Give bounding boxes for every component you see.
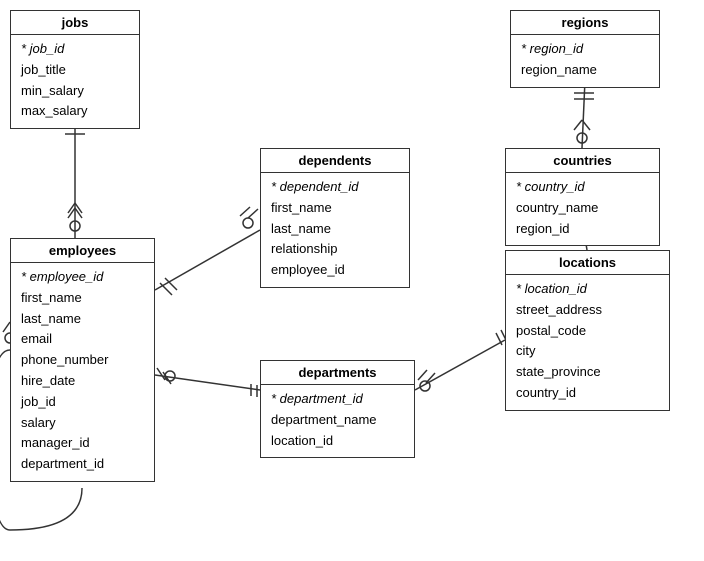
entity-regions-header: regions <box>511 11 659 35</box>
entity-jobs-body: * job_id job_title min_salary max_salary <box>11 35 139 128</box>
dependents-field-2: last_name <box>271 219 399 240</box>
regions-field-1: region_name <box>521 60 649 81</box>
locations-field-2: postal_code <box>516 321 659 342</box>
entity-employees: employees * employee_id first_name last_… <box>10 238 155 482</box>
entity-departments-header: departments <box>261 361 414 385</box>
locations-field-0: * location_id <box>516 279 659 300</box>
locations-field-3: city <box>516 341 659 362</box>
regions-field-0: * region_id <box>521 39 649 60</box>
dependents-field-3: relationship <box>271 239 399 260</box>
countries-field-2: region_id <box>516 219 649 240</box>
locations-field-5: country_id <box>516 383 659 404</box>
departments-field-1: department_name <box>271 410 404 431</box>
entity-locations-header: locations <box>506 251 669 275</box>
jobs-field-1: job_title <box>21 60 129 81</box>
employees-field-2: last_name <box>21 309 144 330</box>
employees-field-9: department_id <box>21 454 144 475</box>
jobs-field-0: * job_id <box>21 39 129 60</box>
entity-countries: countries * country_id country_name regi… <box>505 148 660 246</box>
employees-field-5: hire_date <box>21 371 144 392</box>
countries-field-1: country_name <box>516 198 649 219</box>
entity-employees-header: employees <box>11 239 154 263</box>
departments-field-0: * department_id <box>271 389 404 410</box>
entity-departments: departments * department_id department_n… <box>260 360 415 458</box>
entity-dependents-header: dependents <box>261 149 409 173</box>
employees-field-4: phone_number <box>21 350 144 371</box>
entity-departments-body: * department_id department_name location… <box>261 385 414 457</box>
entity-locations-body: * location_id street_address postal_code… <box>506 275 669 410</box>
er-diagram: jobs * job_id job_title min_salary max_s… <box>0 0 704 561</box>
employees-field-3: email <box>21 329 144 350</box>
entity-dependents-body: * dependent_id first_name last_name rela… <box>261 173 409 287</box>
entity-countries-header: countries <box>506 149 659 173</box>
jobs-field-2: min_salary <box>21 81 129 102</box>
entity-jobs: jobs * job_id job_title min_salary max_s… <box>10 10 140 129</box>
employees-field-8: manager_id <box>21 433 144 454</box>
jobs-field-3: max_salary <box>21 101 129 122</box>
employees-field-0: * employee_id <box>21 267 144 288</box>
departments-field-2: location_id <box>271 431 404 452</box>
dependents-field-0: * dependent_id <box>271 177 399 198</box>
employees-field-7: salary <box>21 413 144 434</box>
entity-dependents: dependents * dependent_id first_name las… <box>260 148 410 288</box>
entity-countries-body: * country_id country_name region_id <box>506 173 659 245</box>
locations-field-4: state_province <box>516 362 659 383</box>
dependents-field-4: employee_id <box>271 260 399 281</box>
dependents-field-1: first_name <box>271 198 399 219</box>
locations-field-1: street_address <box>516 300 659 321</box>
employees-field-1: first_name <box>21 288 144 309</box>
countries-field-0: * country_id <box>516 177 649 198</box>
entity-jobs-header: jobs <box>11 11 139 35</box>
employees-field-6: job_id <box>21 392 144 413</box>
entity-locations: locations * location_id street_address p… <box>505 250 670 411</box>
entity-regions-body: * region_id region_name <box>511 35 659 87</box>
entity-employees-body: * employee_id first_name last_name email… <box>11 263 154 481</box>
entity-regions: regions * region_id region_name <box>510 10 660 88</box>
